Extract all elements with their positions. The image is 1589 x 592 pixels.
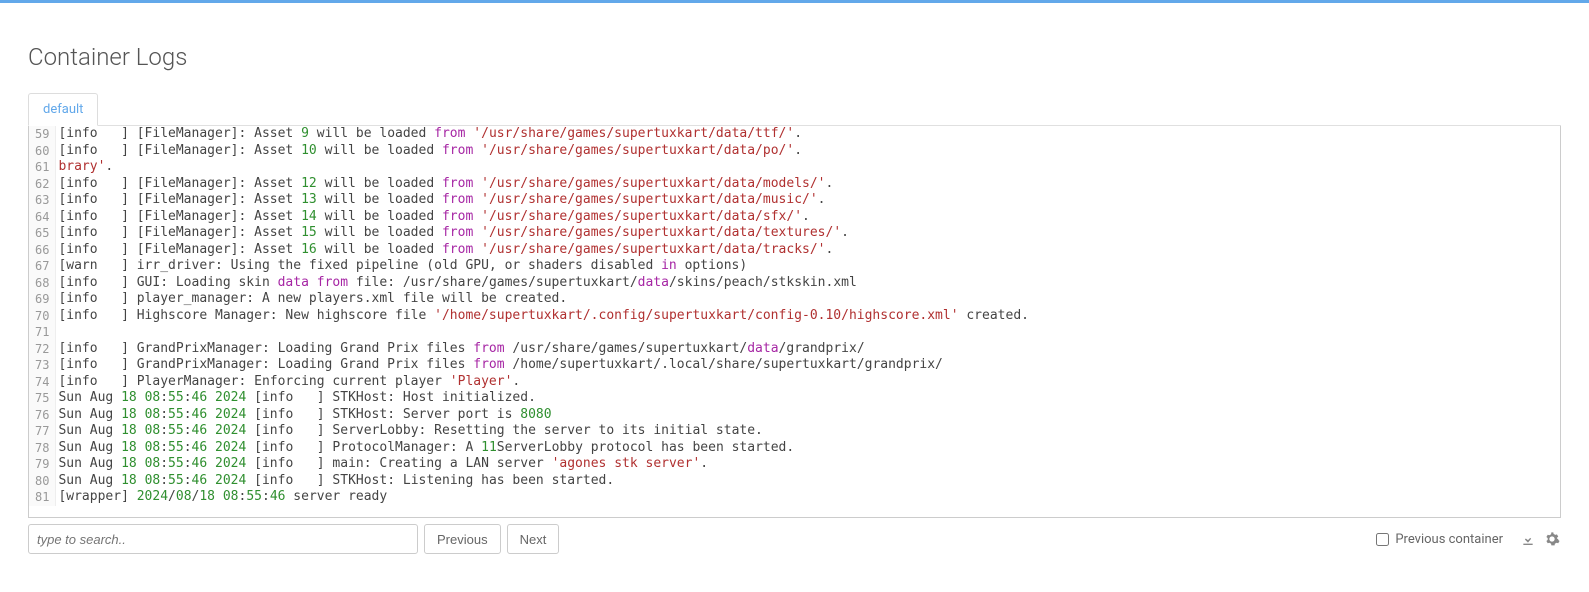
previous-container-label: Previous container — [1395, 532, 1503, 547]
line-number: 60 — [35, 143, 49, 160]
previous-button[interactable]: Previous — [424, 524, 501, 554]
log-line: [info ] GrandPrixManager: Loading Grand … — [58, 341, 1560, 358]
log-line: [info ] [FileManager]: Asset 10 will be … — [58, 143, 1560, 160]
tab-default[interactable]: default — [28, 93, 98, 126]
line-number-gutter: 5960616263646566676869707172737475767778… — [29, 126, 56, 506]
main-container: Container Logs default 59606162636465666… — [0, 3, 1589, 572]
line-number: 77 — [35, 423, 49, 440]
log-line: [info ] [FileManager]: Asset 15 will be … — [58, 225, 1560, 242]
line-number: 63 — [35, 192, 49, 209]
line-number: 59 — [35, 126, 49, 143]
log-line: [info ] GUI: Loading skin data from file… — [58, 275, 1560, 292]
log-line: Sun Aug 18 08:55:46 2024 [info ] STKHost… — [58, 473, 1560, 490]
previous-container-toggle[interactable]: Previous container — [1376, 532, 1503, 547]
log-line: [info ] player_manager: A new players.xm… — [58, 291, 1560, 308]
line-number: 68 — [35, 275, 49, 292]
line-number: 64 — [35, 209, 49, 226]
line-number: 61 — [35, 159, 49, 176]
search-input[interactable] — [28, 524, 418, 554]
log-line: Sun Aug 18 08:55:46 2024 [info ] STKHost… — [58, 407, 1560, 424]
log-line: [warn ] irr_driver: Using the fixed pipe… — [58, 258, 1560, 275]
line-number: 75 — [35, 390, 49, 407]
line-number: 71 — [35, 324, 49, 341]
line-number: 78 — [35, 440, 49, 457]
page-title: Container Logs — [28, 43, 1561, 71]
log-line — [58, 324, 1560, 341]
log-lines: [info ] [FileManager]: Asset 9 will be l… — [56, 126, 1560, 506]
line-number: 62 — [35, 176, 49, 193]
gear-icon[interactable] — [1543, 530, 1561, 548]
log-line: Sun Aug 18 08:55:46 2024 [info ] STKHost… — [58, 390, 1560, 407]
next-button[interactable]: Next — [507, 524, 560, 554]
line-number: 81 — [35, 489, 49, 506]
line-number: 73 — [35, 357, 49, 374]
log-line: [info ] [FileManager]: Asset 16 will be … — [58, 242, 1560, 259]
log-line: Sun Aug 18 08:55:46 2024 [info ] ServerL… — [58, 423, 1560, 440]
log-line: Sun Aug 18 08:55:46 2024 [info ] Protoco… — [58, 440, 1560, 457]
footer-bar: Previous Next Previous container — [28, 524, 1561, 554]
line-number: 70 — [35, 308, 49, 325]
log-line: [info ] [FileManager]: Asset 13 will be … — [58, 192, 1560, 209]
log-line: Sun Aug 18 08:55:46 2024 [info ] main: C… — [58, 456, 1560, 473]
log-line: [info ] [FileManager]: Asset 9 will be l… — [58, 126, 1560, 143]
log-line: [wrapper] 2024/08/18 08:55:46 server rea… — [58, 489, 1560, 506]
log-line: [info ] [FileManager]: Asset 14 will be … — [58, 209, 1560, 226]
line-number: 72 — [35, 341, 49, 358]
previous-container-checkbox[interactable] — [1376, 533, 1389, 546]
line-number: 66 — [35, 242, 49, 259]
tabs-bar: default — [28, 93, 1561, 126]
log-line: [info ] [FileManager]: Asset 12 will be … — [58, 176, 1560, 193]
line-number: 79 — [35, 456, 49, 473]
line-number: 74 — [35, 374, 49, 391]
line-number: 65 — [35, 225, 49, 242]
download-icon[interactable] — [1519, 530, 1537, 548]
log-line: [info ] GrandPrixManager: Loading Grand … — [58, 357, 1560, 374]
line-number: 80 — [35, 473, 49, 490]
log-line: [info ] PlayerManager: Enforcing current… — [58, 374, 1560, 391]
line-number: 69 — [35, 291, 49, 308]
log-line: brary'. — [58, 159, 1560, 176]
log-viewer[interactable]: 5960616263646566676869707172737475767778… — [28, 126, 1561, 518]
line-number: 76 — [35, 407, 49, 424]
log-line: [info ] Highscore Manager: New highscore… — [58, 308, 1560, 325]
line-number: 67 — [35, 258, 49, 275]
